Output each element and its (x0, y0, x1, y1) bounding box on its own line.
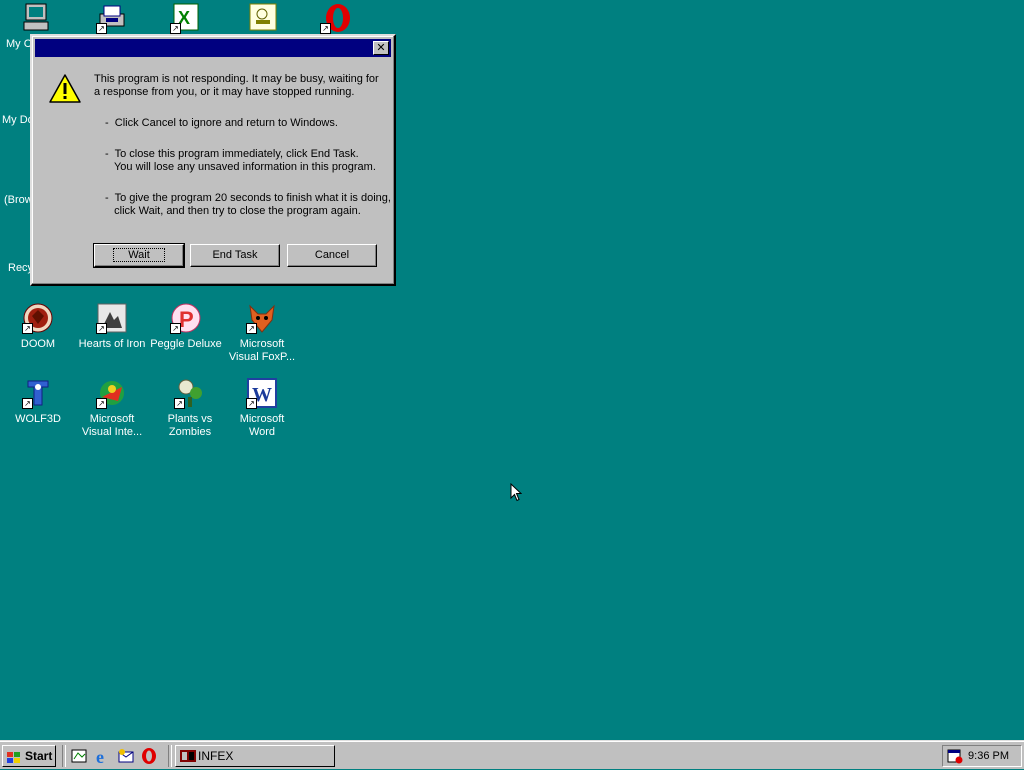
shortcut-arrow-icon: ↗ (22, 398, 33, 409)
start-label: Start (25, 749, 53, 763)
desktop-icon-label: WOLF3D (15, 413, 61, 425)
desktop-icon-opera[interactable]: ↗ (300, 2, 372, 38)
desktop-icon-plants-vs-zombies[interactable]: ↗ Plants vs Zombies (154, 377, 226, 439)
shortcut-arrow-icon: ↗ (174, 398, 185, 409)
end-task-button-label: End Task (212, 249, 258, 261)
desktop-icon-label: Hearts of Iron (78, 338, 146, 350)
svg-text:P: P (179, 307, 194, 332)
shortcut-arrow-icon: ↗ (246, 398, 257, 409)
outlook-express-icon[interactable] (117, 747, 135, 765)
desktop-icon-printer[interactable]: ↗ (76, 2, 148, 38)
internet-explorer-icon[interactable]: e (94, 747, 112, 767)
desktop-icon-visual-interdev[interactable]: ↗ Microsoft Visual Inte... (76, 377, 148, 439)
desktop-icon-wolf3d[interactable]: ↗ WOLF3D (2, 377, 74, 426)
hearts-of-iron-icon: ↗ (96, 302, 128, 334)
desktop-icon-label: Peggle Deluxe (150, 338, 222, 350)
not-responding-dialog: ✕ This program is not responding. It may… (30, 34, 396, 286)
wait-button[interactable]: Wait (93, 243, 185, 268)
printer-icon: ↗ (96, 2, 128, 34)
dialog-titlebar[interactable]: ✕ (35, 39, 391, 57)
excel-icon: X ↗ (170, 2, 202, 34)
desktop-icon-label: Microsoft Word (239, 413, 285, 438)
desktop-icon-peggle-deluxe[interactable]: P ↗ Peggle Deluxe (150, 302, 222, 351)
shortcut-arrow-icon: ↗ (96, 323, 107, 334)
end-task-button[interactable]: End Task (190, 244, 280, 267)
infex-app-icon (180, 749, 196, 769)
doom-icon: ↗ (22, 302, 54, 334)
desktop-icon-doom[interactable]: ↗ DOOM (2, 302, 74, 351)
shortcut-arrow-icon: ↗ (22, 323, 33, 334)
computer-icon (20, 2, 52, 34)
cancel-button-label: Cancel (314, 249, 350, 261)
desktop-icon-program[interactable] (226, 2, 298, 38)
wait-button-label: Wait (113, 248, 165, 262)
close-icon: ✕ (376, 41, 386, 54)
desktop-icon-label: Microsoft Visual FoxP... (228, 338, 296, 363)
scheduler-icon[interactable] (947, 748, 963, 767)
desktop-icon-microsoft-word[interactable]: W ↗ Microsoft Word (226, 377, 298, 439)
svg-text:e: e (96, 747, 104, 765)
show-desktop-icon[interactable] (70, 747, 88, 765)
taskbar-separator (62, 745, 66, 767)
foxpro-icon: ↗ (246, 302, 278, 334)
shortcut-arrow-icon: ↗ (96, 398, 107, 409)
dialog-message: This program is not responding. It may b… (94, 73, 379, 98)
dialog-bullet-end-task: - To close this program immediately, cli… (105, 148, 376, 173)
desktop-icon-visual-foxpro[interactable]: ↗ Microsoft Visual FoxP... (226, 302, 298, 364)
shortcut-arrow-icon: ↗ (96, 23, 107, 34)
taskbar-separator (168, 745, 172, 767)
desktop-icon-hearts-of-iron[interactable]: ↗ Hearts of Iron (76, 302, 148, 351)
shortcut-arrow-icon: ↗ (320, 23, 331, 34)
warning-icon (48, 72, 82, 106)
desktop-icon-excel[interactable]: X ↗ (150, 2, 222, 38)
taskbar: Start e INFEX 9:36 PM (0, 740, 1024, 769)
task-label: INFEX (198, 749, 234, 763)
application-icon (246, 2, 278, 34)
shortcut-arrow-icon: ↗ (170, 23, 181, 34)
cancel-button[interactable]: Cancel (287, 244, 377, 267)
mouse-cursor-icon (510, 482, 523, 505)
plants-vs-zombies-icon: ↗ (174, 377, 206, 409)
dialog-bullet-cancel: - Click Cancel to ignore and return to W… (105, 117, 338, 129)
system-tray: 9:36 PM (942, 745, 1022, 767)
peggle-icon: P ↗ (170, 302, 202, 334)
word-icon: W ↗ (246, 377, 278, 409)
dialog-title (35, 42, 39, 54)
visual-interdev-icon: ↗ (96, 377, 128, 409)
dialog-bullet-wait: - To give the program 20 seconds to fini… (105, 192, 391, 217)
shortcut-arrow-icon: ↗ (170, 323, 181, 334)
desktop-icon-label: Plants vs Zombies (167, 413, 213, 438)
desktop-icon-label: DOOM (20, 338, 56, 350)
opera-icon: ↗ (320, 2, 352, 34)
opera-icon[interactable] (140, 747, 158, 765)
clock[interactable]: 9:36 PM (968, 746, 1009, 766)
start-button[interactable]: Start (2, 745, 56, 767)
windows-logo-icon (7, 750, 21, 763)
desktop-icon-label: Microsoft Visual Inte... (81, 413, 143, 438)
wolf3d-icon: ↗ (22, 377, 54, 409)
close-button[interactable]: ✕ (373, 41, 389, 55)
shortcut-arrow-icon: ↗ (246, 323, 257, 334)
taskbar-task-infex[interactable]: INFEX (175, 745, 335, 767)
